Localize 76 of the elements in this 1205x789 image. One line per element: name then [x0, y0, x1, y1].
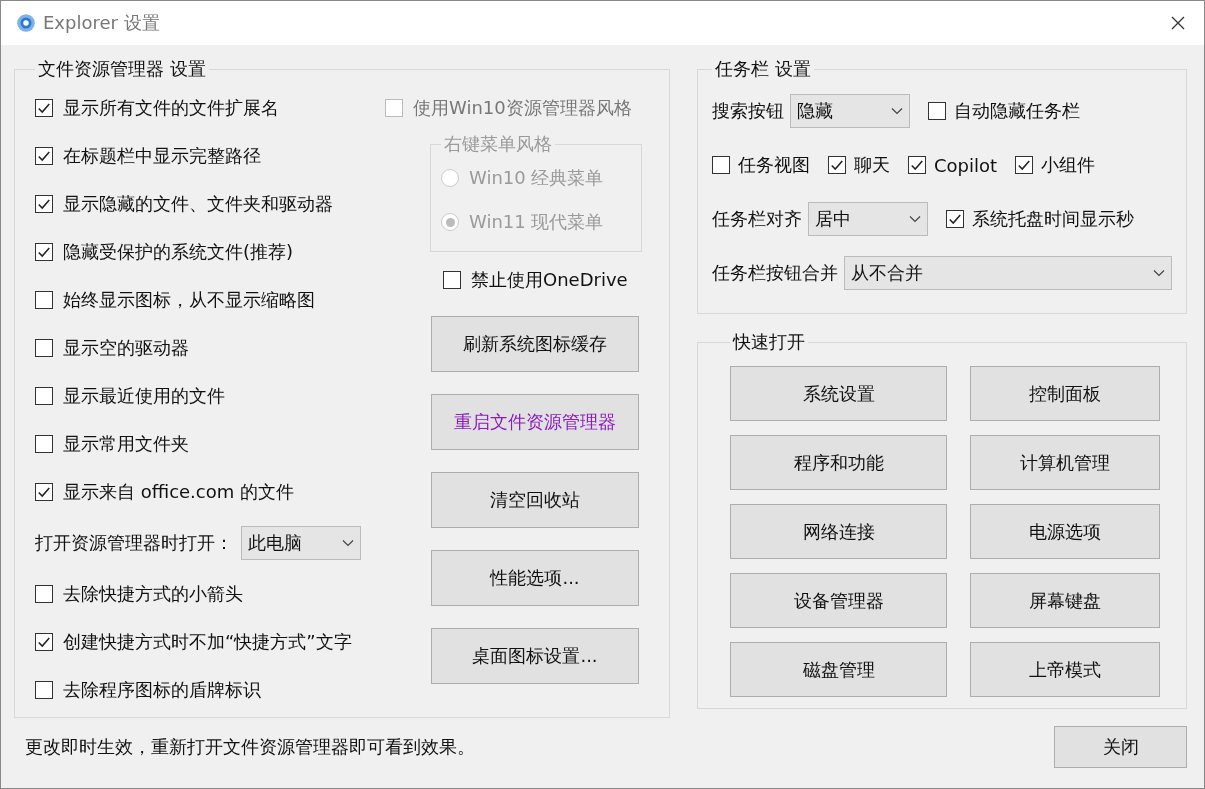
- action-button[interactable]: 桌面图标设置...: [431, 628, 639, 684]
- option-label: 创建快捷方式时不加“快捷方式”文字: [63, 630, 352, 654]
- checkbox[interactable]: [35, 195, 53, 213]
- action-button[interactable]: 性能选项...: [431, 550, 639, 606]
- close-button[interactable]: 关闭: [1054, 726, 1187, 768]
- option-label: 显示来自 office.com 的文件: [63, 480, 294, 504]
- option-label: 系统托盘时间显示秒: [972, 207, 1134, 231]
- option-label: 去除程序图标的盾牌标识: [63, 678, 261, 702]
- action-button[interactable]: 清空回收站: [431, 472, 639, 528]
- dropdown[interactable]: 隐藏: [790, 94, 910, 128]
- option-label: Win10 经典菜单: [469, 166, 604, 190]
- shortcut-button[interactable]: 控制面板: [970, 366, 1160, 421]
- checkbox[interactable]: [35, 147, 53, 165]
- group-title: 快速打开: [731, 330, 806, 354]
- checkbox[interactable]: [35, 243, 53, 261]
- option-label: 任务栏按钮合并: [712, 261, 838, 285]
- checkbox[interactable]: [35, 339, 53, 357]
- checkbox[interactable]: [443, 271, 461, 289]
- action-button[interactable]: 刷新系统图标缓存: [431, 316, 639, 372]
- dropdown[interactable]: 居中: [808, 202, 928, 236]
- option-label: 任务视图: [738, 153, 810, 177]
- shortcut-button[interactable]: 设备管理器: [730, 573, 947, 628]
- checkbox[interactable]: [35, 681, 53, 699]
- dropdown[interactable]: 从不合并: [844, 256, 1172, 290]
- chevron-down-icon: [342, 539, 354, 547]
- option-label: 禁止使用OneDrive: [471, 268, 628, 292]
- option-label: 打开资源管理器时打开：: [35, 531, 233, 555]
- option-label: 搜索按钮: [712, 99, 784, 123]
- option-label: 始终显示图标，从不显示缩略图: [63, 288, 315, 312]
- checkbox[interactable]: [828, 156, 846, 174]
- checkbox[interactable]: [35, 435, 53, 453]
- checkbox[interactable]: [1015, 156, 1034, 174]
- option-label: 任务栏对齐: [712, 207, 802, 231]
- option-label: 小组件: [1041, 153, 1096, 177]
- shortcut-button[interactable]: 程序和功能: [730, 435, 947, 490]
- option-label: 在标题栏中显示完整路径: [63, 144, 261, 168]
- group-title: 文件资源管理器 设置: [37, 57, 207, 81]
- checkbox[interactable]: [35, 387, 53, 405]
- shortcut-button[interactable]: 系统设置: [730, 366, 947, 421]
- option-label: 去除快捷方式的小箭头: [63, 582, 243, 606]
- chevron-down-icon: [1153, 269, 1165, 277]
- checkbox[interactable]: [946, 210, 964, 228]
- checkbox[interactable]: [928, 102, 946, 120]
- option-label: 聊天: [854, 153, 890, 177]
- shortcut-button[interactable]: 磁盘管理: [730, 642, 947, 697]
- shortcut-button[interactable]: 屏幕键盘: [970, 573, 1160, 628]
- shortcut-button[interactable]: 电源选项: [970, 504, 1160, 559]
- chevron-down-icon: [909, 215, 921, 223]
- status-text: 更改即时生效，重新打开文件资源管理器即可看到效果。: [25, 735, 475, 759]
- checkbox[interactable]: [712, 156, 730, 174]
- checkbox[interactable]: [35, 633, 53, 651]
- checkbox[interactable]: [908, 156, 926, 174]
- option-label: 自动隐藏任务栏: [954, 99, 1080, 123]
- checkbox[interactable]: [35, 483, 53, 501]
- option-label: Win11 现代菜单: [469, 210, 604, 234]
- shortcut-button[interactable]: 计算机管理: [970, 435, 1160, 490]
- option-label: Copilot: [934, 154, 998, 176]
- group-title: 任务栏 设置: [714, 57, 812, 81]
- shortcut-button[interactable]: 网络连接: [730, 504, 947, 559]
- checkbox[interactable]: [35, 291, 53, 309]
- option-label: 使用Win10资源管理器风格: [413, 96, 632, 120]
- close-icon[interactable]: [1170, 15, 1186, 31]
- option-label: 显示常用文件夹: [63, 432, 189, 456]
- option-label: 隐藏受保护的系统文件(推荐): [63, 240, 294, 264]
- option-label: 显示空的驱动器: [63, 336, 189, 360]
- chevron-down-icon: [891, 107, 903, 115]
- option-label: 显示隐藏的文件、文件夹和驱动器: [63, 192, 333, 216]
- group-title: 右键菜单风格: [443, 132, 553, 156]
- option-label: 显示所有文件的文件扩展名: [63, 96, 279, 120]
- shortcut-button[interactable]: 上帝模式: [970, 642, 1160, 697]
- dropdown[interactable]: 此电脑: [241, 526, 361, 560]
- action-button[interactable]: 重启文件资源管理器: [431, 394, 639, 450]
- window-title: Explorer 设置: [43, 11, 160, 35]
- option-label: 显示最近使用的文件: [63, 384, 225, 408]
- checkbox[interactable]: [35, 99, 53, 117]
- checkbox[interactable]: [35, 585, 53, 603]
